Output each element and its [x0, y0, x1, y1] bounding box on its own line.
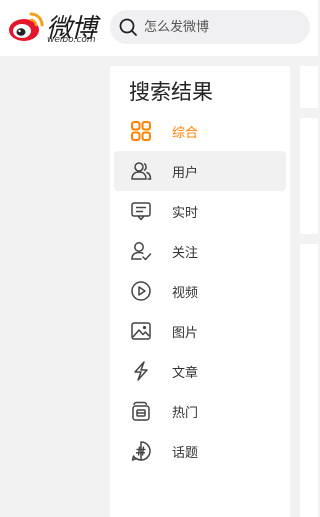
nav-item-label: 综合 — [172, 126, 199, 141]
search-icon[interactable] — [118, 17, 138, 37]
follow-icon — [131, 242, 152, 261]
nav-item-realtime[interactable]: 实时 — [114, 191, 286, 231]
nav-item-comprehensive[interactable]: 综合 — [114, 111, 286, 151]
nav-item-video[interactable]: 视频 — [114, 271, 286, 311]
nav-item-label: 视频 — [172, 286, 199, 301]
users-icon — [131, 162, 152, 180]
nav-item-users[interactable]: 用户 — [114, 151, 286, 191]
search-results-nav: 搜索结果 综合 用户 实时 关注 视频 图片 文章 热门 话题 — [110, 66, 290, 517]
nav-item-label: 图片 — [172, 326, 199, 341]
grid-icon — [131, 121, 151, 141]
nav-item-label: 关注 — [172, 246, 199, 261]
weibo-logo-icon — [9, 12, 44, 41]
article-icon — [134, 361, 148, 381]
realtime-icon — [131, 202, 151, 221]
hot-icon — [132, 401, 150, 421]
result-card — [300, 118, 318, 234]
image-icon — [131, 322, 151, 340]
result-card — [300, 66, 318, 108]
nav-item-label: 用户 — [172, 166, 199, 181]
nav-item-image[interactable]: 图片 — [114, 311, 286, 351]
search-box[interactable] — [110, 10, 310, 44]
nav-item-label: 话题 — [172, 446, 199, 461]
weibo-logo[interactable]: 微博 weibo.com — [7, 8, 102, 48]
result-card — [300, 244, 318, 517]
nav-item-follow[interactable]: 关注 — [114, 231, 286, 271]
nav-item-label: 热门 — [172, 406, 199, 421]
nav-item-article[interactable]: 文章 — [114, 351, 286, 391]
topic-icon — [131, 441, 151, 461]
search-input[interactable] — [144, 10, 304, 44]
nav-item-label: 文章 — [172, 366, 199, 381]
video-icon — [131, 281, 151, 301]
nav-item-hot[interactable]: 热门 — [114, 391, 286, 431]
panel-title: 搜索结果 — [129, 80, 213, 104]
brand-domain: weibo.com — [47, 35, 96, 45]
top-header: 微博 weibo.com — [0, 0, 318, 56]
nav-item-topic[interactable]: 话题 — [114, 431, 286, 471]
nav-item-label: 实时 — [172, 206, 199, 221]
